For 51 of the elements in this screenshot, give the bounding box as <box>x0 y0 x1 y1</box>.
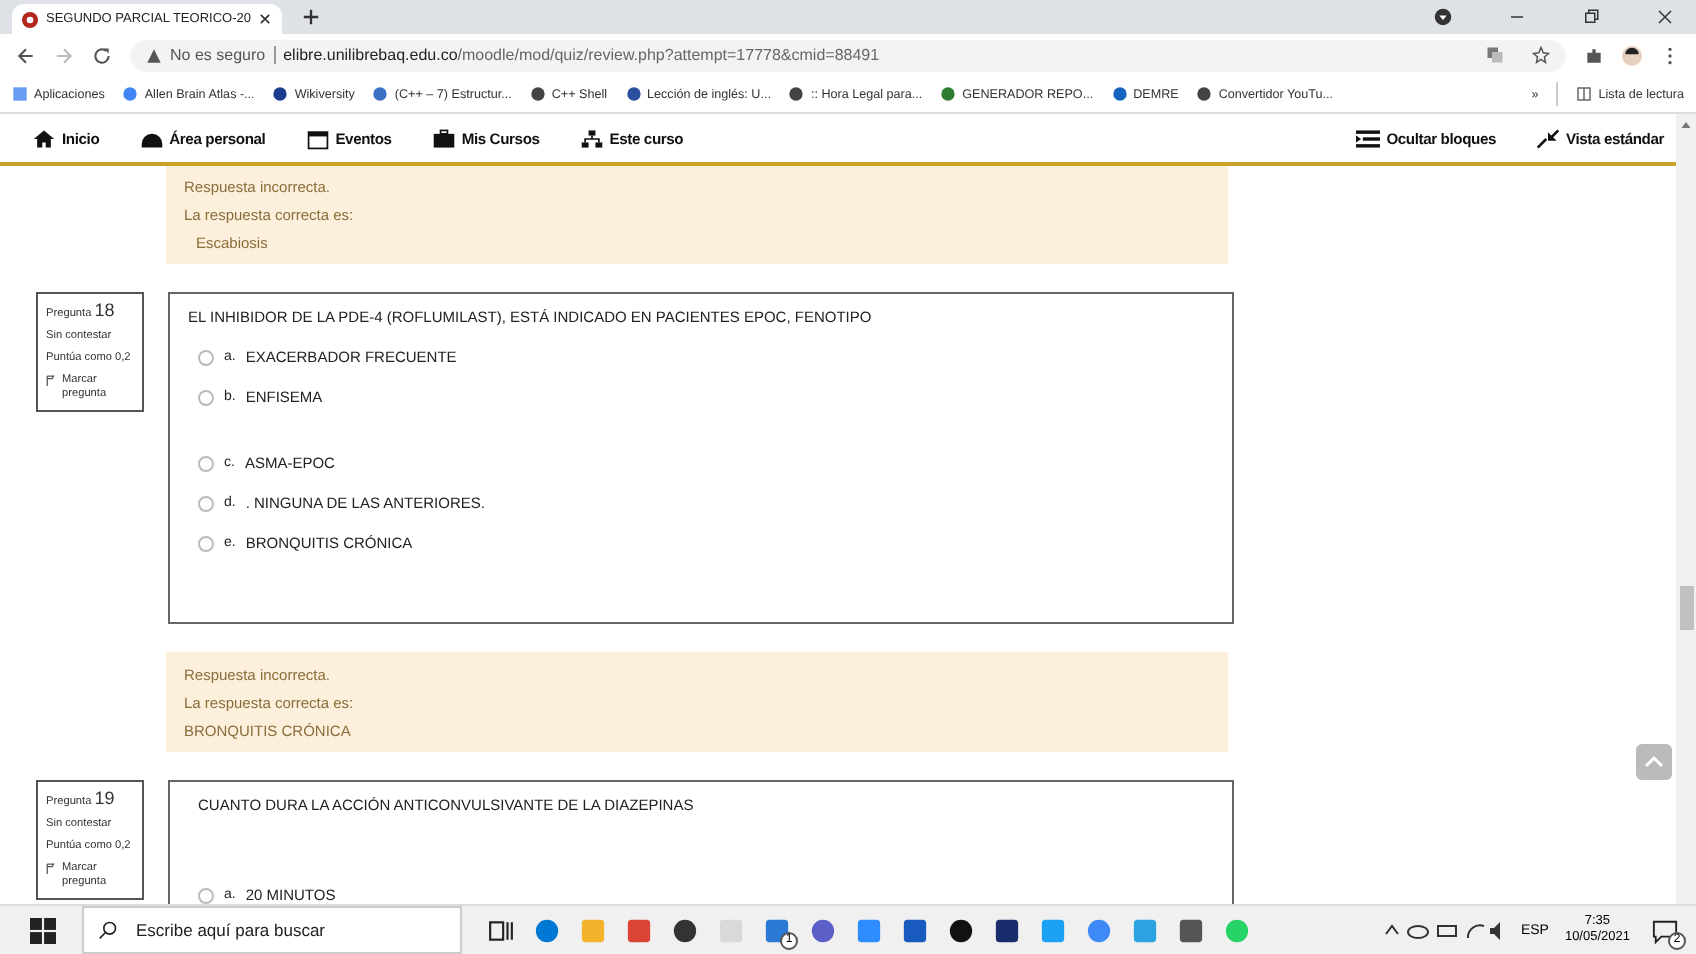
bookmark-icon <box>1111 86 1128 102</box>
app-icon[interactable] <box>948 917 974 943</box>
scrollbar[interactable] <box>1676 114 1696 904</box>
calendar-icon <box>305 127 330 149</box>
task-view-icon[interactable] <box>488 917 514 943</box>
search-field[interactable]: Escribe aquí para buscar <box>82 906 462 954</box>
scrollbar-thumb[interactable] <box>1679 586 1693 630</box>
bookmark-icon <box>12 86 28 102</box>
app-icon[interactable] <box>994 917 1020 943</box>
reload-icon[interactable] <box>92 45 112 65</box>
radio-button[interactable] <box>198 389 214 405</box>
close-icon[interactable] <box>1656 8 1674 26</box>
site-logo-icon <box>22 11 38 27</box>
new-tab-icon[interactable] <box>302 8 321 26</box>
bookmark-icon <box>1196 86 1213 102</box>
bookmark-icon <box>272 86 289 102</box>
bookmark-icon <box>625 86 642 102</box>
collapse-arrows-icon <box>1536 127 1561 149</box>
bookmark-icon <box>788 86 805 102</box>
star-icon[interactable] <box>1532 46 1550 64</box>
radio-button[interactable] <box>198 455 214 471</box>
security-label: No es seguro <box>170 46 266 64</box>
search-icon <box>98 920 118 940</box>
radio-button[interactable] <box>198 495 214 511</box>
address-bar[interactable]: No es seguro elibre.unilibrebaq.edu.co/moodle/mod/quiz/review.php?attempt=17778&cmid=88491 <box>130 39 1566 71</box>
close-icon[interactable] <box>258 12 273 26</box>
notification-icon[interactable] <box>1652 917 1678 943</box>
reading-list-icon <box>1576 86 1593 102</box>
sitemap-icon <box>579 127 604 149</box>
avatar-icon[interactable] <box>1622 45 1642 65</box>
warning-icon <box>146 47 162 63</box>
home-icon <box>32 127 56 149</box>
flag-icon <box>46 374 56 388</box>
app-icon[interactable] <box>764 917 790 943</box>
bookmark-icon <box>529 86 546 102</box>
briefcase-icon <box>431 127 456 149</box>
scroll-up-icon[interactable] <box>1680 120 1692 130</box>
app-icon[interactable] <box>1178 917 1204 943</box>
bookmark-icon <box>372 86 389 102</box>
app-icon[interactable] <box>672 917 698 943</box>
maximize-icon[interactable] <box>1582 8 1600 26</box>
radio-button[interactable] <box>198 535 214 551</box>
windows-logo-icon[interactable] <box>30 917 56 943</box>
bookmark-icon <box>122 86 139 102</box>
bookmark-icon <box>940 86 957 102</box>
profile-menu-icon[interactable] <box>1434 8 1452 26</box>
url-text: elibre.unilibrebaq.edu.co/moodle/mod/quiz/review.php?attempt=17778&cmid=88491 <box>273 46 880 64</box>
list-icon <box>1356 127 1381 149</box>
flag-icon <box>46 862 56 876</box>
back-icon[interactable] <box>16 45 36 65</box>
radio-button[interactable] <box>198 349 214 365</box>
